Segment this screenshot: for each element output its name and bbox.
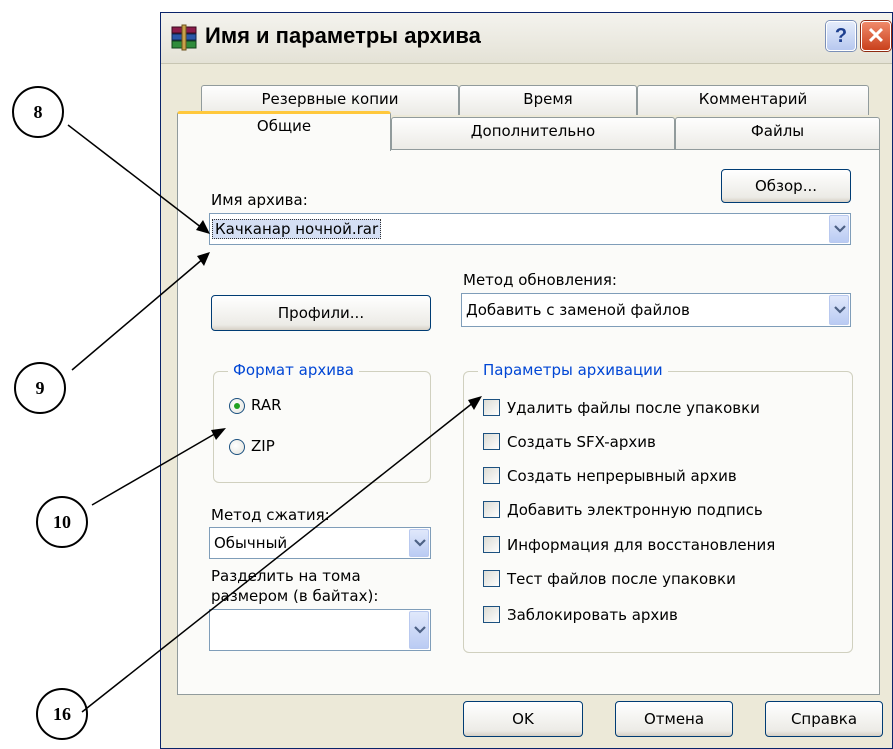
- window-title: Имя и параметры архива: [205, 23, 481, 48]
- format-rar-label[interactable]: RAR: [251, 396, 282, 414]
- archive-format-title: Формат архива: [228, 361, 359, 379]
- compression-method-combo[interactable]: Обычный: [209, 527, 431, 559]
- archiving-options-title: Параметры архивации: [478, 361, 668, 379]
- cancel-button[interactable]: Отмена: [615, 701, 733, 737]
- help-title-button[interactable]: ?: [826, 21, 856, 51]
- radio-selected-dot: [234, 403, 240, 409]
- format-zip-label[interactable]: ZIP: [251, 437, 275, 455]
- tab-files[interactable]: Файлы: [675, 117, 880, 149]
- split-volumes-dropdown-arrow[interactable]: [409, 611, 429, 649]
- archive-name-value: Качканар ночной.rar: [212, 219, 382, 239]
- tab-general[interactable]: Общие: [177, 111, 391, 151]
- recovery-record-label[interactable]: Информация для восстановления: [507, 536, 775, 554]
- compression-method-value: Обычный: [214, 534, 288, 552]
- update-method-label: Метод обновления:: [463, 271, 617, 289]
- test-files-label[interactable]: Тест файлов после упаковки: [507, 570, 736, 588]
- title-bar[interactable]: Имя и параметры архива ? ✕: [161, 13, 892, 64]
- test-files-checkbox[interactable]: [483, 570, 500, 587]
- callout-16: 16: [36, 688, 88, 740]
- profiles-button[interactable]: Профили...: [211, 295, 431, 331]
- callout-8: 8: [12, 86, 64, 138]
- delete-after-checkbox[interactable]: [483, 399, 500, 416]
- digital-signature-checkbox[interactable]: [483, 501, 500, 518]
- update-method-value: Добавить с заменой файлов: [466, 301, 690, 319]
- archive-name-combo[interactable]: Качканар ночной.rar: [209, 213, 851, 245]
- archive-name-dropdown-arrow[interactable]: [829, 215, 849, 243]
- help-button[interactable]: Справка: [765, 701, 883, 737]
- create-sfx-label[interactable]: Создать SFX-архив: [507, 433, 656, 451]
- lock-archive-checkbox[interactable]: [483, 606, 500, 623]
- chevron-down-icon: [834, 225, 846, 233]
- digital-signature-label[interactable]: Добавить электронную подпись: [507, 501, 763, 519]
- split-volumes-label-line1: Разделить на тома: [211, 567, 361, 585]
- tab-time[interactable]: Время: [459, 85, 637, 115]
- split-volumes-combo[interactable]: [209, 609, 431, 651]
- compression-method-label: Метод сжатия:: [211, 506, 330, 524]
- create-sfx-checkbox[interactable]: [483, 433, 500, 450]
- solid-archive-label[interactable]: Создать непрерывный архив: [507, 467, 737, 485]
- callout-10: 10: [36, 496, 88, 548]
- chevron-down-icon: [414, 626, 426, 634]
- archive-format-group: Формат архива: [213, 361, 431, 483]
- close-button[interactable]: ✕: [861, 21, 891, 51]
- lock-archive-label[interactable]: Заблокировать архив: [507, 606, 678, 624]
- recovery-record-checkbox[interactable]: [483, 536, 500, 553]
- winrar-icon: [171, 24, 197, 51]
- update-method-dropdown-arrow[interactable]: [829, 295, 849, 325]
- chevron-down-icon: [834, 306, 846, 314]
- format-rar-radio[interactable]: [229, 398, 245, 414]
- update-method-combo[interactable]: Добавить с заменой файлов: [461, 293, 851, 327]
- chevron-down-icon: [414, 539, 426, 547]
- compression-dropdown-arrow[interactable]: [409, 529, 429, 557]
- split-volumes-label-line2: размером (в байтах):: [211, 587, 379, 605]
- archive-dialog: Имя и параметры архива ? ✕ Резервные коп…: [160, 12, 893, 749]
- format-zip-radio[interactable]: [229, 439, 245, 455]
- delete-after-label[interactable]: Удалить файлы после упаковки: [507, 399, 760, 417]
- tab-comment[interactable]: Комментарий: [637, 85, 869, 115]
- tab-advanced[interactable]: Дополнительно: [391, 117, 675, 149]
- archive-name-label: Имя архива:: [211, 191, 308, 209]
- ok-button[interactable]: OK: [463, 701, 583, 737]
- callout-9: 9: [14, 362, 66, 414]
- browse-button[interactable]: Обзор...: [721, 169, 851, 203]
- solid-archive-checkbox[interactable]: [483, 467, 500, 484]
